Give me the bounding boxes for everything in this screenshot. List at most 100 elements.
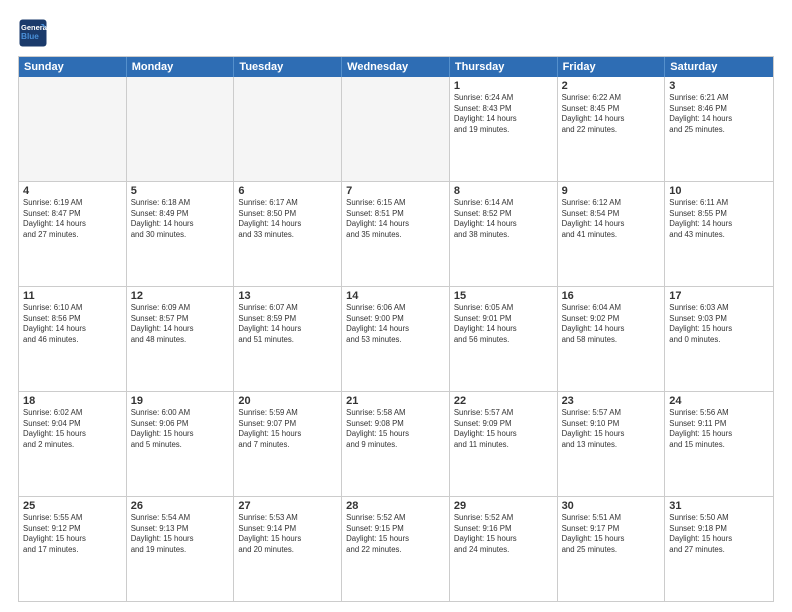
header-day-thursday: Thursday	[450, 57, 558, 77]
day-number: 2	[562, 80, 661, 92]
empty-cell	[342, 77, 450, 181]
day-number: 13	[238, 290, 337, 302]
day-cell-1: 1Sunrise: 6:24 AM Sunset: 8:43 PM Daylig…	[450, 77, 558, 181]
calendar-week-2: 4Sunrise: 6:19 AM Sunset: 8:47 PM Daylig…	[19, 181, 773, 286]
header-day-monday: Monday	[127, 57, 235, 77]
day-info: Sunrise: 5:55 AM Sunset: 9:12 PM Dayligh…	[23, 513, 122, 555]
day-info: Sunrise: 6:15 AM Sunset: 8:51 PM Dayligh…	[346, 198, 445, 240]
header: General Blue	[18, 18, 774, 48]
header-day-sunday: Sunday	[19, 57, 127, 77]
day-number: 8	[454, 185, 553, 197]
day-info: Sunrise: 6:06 AM Sunset: 9:00 PM Dayligh…	[346, 303, 445, 345]
day-cell-13: 13Sunrise: 6:07 AM Sunset: 8:59 PM Dayli…	[234, 287, 342, 391]
calendar-body: 1Sunrise: 6:24 AM Sunset: 8:43 PM Daylig…	[19, 77, 773, 601]
day-cell-2: 2Sunrise: 6:22 AM Sunset: 8:45 PM Daylig…	[558, 77, 666, 181]
header-day-tuesday: Tuesday	[234, 57, 342, 77]
day-number: 19	[131, 395, 230, 407]
day-number: 26	[131, 500, 230, 512]
day-cell-11: 11Sunrise: 6:10 AM Sunset: 8:56 PM Dayli…	[19, 287, 127, 391]
day-cell-25: 25Sunrise: 5:55 AM Sunset: 9:12 PM Dayli…	[19, 497, 127, 601]
day-number: 28	[346, 500, 445, 512]
svg-text:Blue: Blue	[21, 32, 39, 41]
day-cell-28: 28Sunrise: 5:52 AM Sunset: 9:15 PM Dayli…	[342, 497, 450, 601]
day-cell-5: 5Sunrise: 6:18 AM Sunset: 8:49 PM Daylig…	[127, 182, 235, 286]
day-cell-29: 29Sunrise: 5:52 AM Sunset: 9:16 PM Dayli…	[450, 497, 558, 601]
day-number: 4	[23, 185, 122, 197]
day-info: Sunrise: 5:57 AM Sunset: 9:10 PM Dayligh…	[562, 408, 661, 450]
day-number: 6	[238, 185, 337, 197]
day-cell-7: 7Sunrise: 6:15 AM Sunset: 8:51 PM Daylig…	[342, 182, 450, 286]
day-number: 14	[346, 290, 445, 302]
day-number: 5	[131, 185, 230, 197]
day-number: 23	[562, 395, 661, 407]
day-cell-21: 21Sunrise: 5:58 AM Sunset: 9:08 PM Dayli…	[342, 392, 450, 496]
day-info: Sunrise: 5:59 AM Sunset: 9:07 PM Dayligh…	[238, 408, 337, 450]
day-cell-12: 12Sunrise: 6:09 AM Sunset: 8:57 PM Dayli…	[127, 287, 235, 391]
calendar: SundayMondayTuesdayWednesdayThursdayFrid…	[18, 56, 774, 602]
day-number: 18	[23, 395, 122, 407]
calendar-week-5: 25Sunrise: 5:55 AM Sunset: 9:12 PM Dayli…	[19, 496, 773, 601]
day-info: Sunrise: 6:18 AM Sunset: 8:49 PM Dayligh…	[131, 198, 230, 240]
day-cell-24: 24Sunrise: 5:56 AM Sunset: 9:11 PM Dayli…	[665, 392, 773, 496]
calendar-week-1: 1Sunrise: 6:24 AM Sunset: 8:43 PM Daylig…	[19, 77, 773, 181]
day-number: 21	[346, 395, 445, 407]
day-info: Sunrise: 6:10 AM Sunset: 8:56 PM Dayligh…	[23, 303, 122, 345]
day-cell-15: 15Sunrise: 6:05 AM Sunset: 9:01 PM Dayli…	[450, 287, 558, 391]
day-info: Sunrise: 6:02 AM Sunset: 9:04 PM Dayligh…	[23, 408, 122, 450]
logo-icon: General Blue	[18, 18, 48, 48]
day-info: Sunrise: 6:17 AM Sunset: 8:50 PM Dayligh…	[238, 198, 337, 240]
day-info: Sunrise: 5:53 AM Sunset: 9:14 PM Dayligh…	[238, 513, 337, 555]
day-cell-20: 20Sunrise: 5:59 AM Sunset: 9:07 PM Dayli…	[234, 392, 342, 496]
day-number: 9	[562, 185, 661, 197]
day-cell-22: 22Sunrise: 5:57 AM Sunset: 9:09 PM Dayli…	[450, 392, 558, 496]
empty-cell	[234, 77, 342, 181]
day-number: 31	[669, 500, 769, 512]
day-info: Sunrise: 6:07 AM Sunset: 8:59 PM Dayligh…	[238, 303, 337, 345]
day-info: Sunrise: 6:11 AM Sunset: 8:55 PM Dayligh…	[669, 198, 769, 240]
day-cell-18: 18Sunrise: 6:02 AM Sunset: 9:04 PM Dayli…	[19, 392, 127, 496]
calendar-week-4: 18Sunrise: 6:02 AM Sunset: 9:04 PM Dayli…	[19, 391, 773, 496]
day-cell-19: 19Sunrise: 6:00 AM Sunset: 9:06 PM Dayli…	[127, 392, 235, 496]
day-number: 11	[23, 290, 122, 302]
day-number: 16	[562, 290, 661, 302]
day-cell-3: 3Sunrise: 6:21 AM Sunset: 8:46 PM Daylig…	[665, 77, 773, 181]
day-number: 17	[669, 290, 769, 302]
day-info: Sunrise: 5:54 AM Sunset: 9:13 PM Dayligh…	[131, 513, 230, 555]
svg-text:General: General	[21, 23, 48, 32]
day-info: Sunrise: 6:09 AM Sunset: 8:57 PM Dayligh…	[131, 303, 230, 345]
day-number: 27	[238, 500, 337, 512]
day-info: Sunrise: 6:12 AM Sunset: 8:54 PM Dayligh…	[562, 198, 661, 240]
day-number: 7	[346, 185, 445, 197]
day-cell-30: 30Sunrise: 5:51 AM Sunset: 9:17 PM Dayli…	[558, 497, 666, 601]
logo: General Blue	[18, 18, 52, 48]
day-number: 29	[454, 500, 553, 512]
day-number: 22	[454, 395, 553, 407]
page: General Blue SundayMondayTuesdayWednesda…	[0, 0, 792, 612]
day-cell-10: 10Sunrise: 6:11 AM Sunset: 8:55 PM Dayli…	[665, 182, 773, 286]
day-cell-16: 16Sunrise: 6:04 AM Sunset: 9:02 PM Dayli…	[558, 287, 666, 391]
day-cell-26: 26Sunrise: 5:54 AM Sunset: 9:13 PM Dayli…	[127, 497, 235, 601]
day-info: Sunrise: 6:05 AM Sunset: 9:01 PM Dayligh…	[454, 303, 553, 345]
day-info: Sunrise: 5:57 AM Sunset: 9:09 PM Dayligh…	[454, 408, 553, 450]
calendar-header-row: SundayMondayTuesdayWednesdayThursdayFrid…	[19, 57, 773, 77]
day-cell-27: 27Sunrise: 5:53 AM Sunset: 9:14 PM Dayli…	[234, 497, 342, 601]
day-number: 25	[23, 500, 122, 512]
empty-cell	[19, 77, 127, 181]
day-cell-6: 6Sunrise: 6:17 AM Sunset: 8:50 PM Daylig…	[234, 182, 342, 286]
empty-cell	[127, 77, 235, 181]
day-info: Sunrise: 6:00 AM Sunset: 9:06 PM Dayligh…	[131, 408, 230, 450]
day-info: Sunrise: 5:58 AM Sunset: 9:08 PM Dayligh…	[346, 408, 445, 450]
day-info: Sunrise: 5:52 AM Sunset: 9:16 PM Dayligh…	[454, 513, 553, 555]
day-info: Sunrise: 6:22 AM Sunset: 8:45 PM Dayligh…	[562, 93, 661, 135]
day-info: Sunrise: 5:56 AM Sunset: 9:11 PM Dayligh…	[669, 408, 769, 450]
day-number: 15	[454, 290, 553, 302]
day-number: 24	[669, 395, 769, 407]
day-cell-23: 23Sunrise: 5:57 AM Sunset: 9:10 PM Dayli…	[558, 392, 666, 496]
day-number: 3	[669, 80, 769, 92]
day-info: Sunrise: 6:14 AM Sunset: 8:52 PM Dayligh…	[454, 198, 553, 240]
day-number: 30	[562, 500, 661, 512]
day-info: Sunrise: 6:21 AM Sunset: 8:46 PM Dayligh…	[669, 93, 769, 135]
day-number: 12	[131, 290, 230, 302]
day-info: Sunrise: 6:03 AM Sunset: 9:03 PM Dayligh…	[669, 303, 769, 345]
day-info: Sunrise: 5:51 AM Sunset: 9:17 PM Dayligh…	[562, 513, 661, 555]
